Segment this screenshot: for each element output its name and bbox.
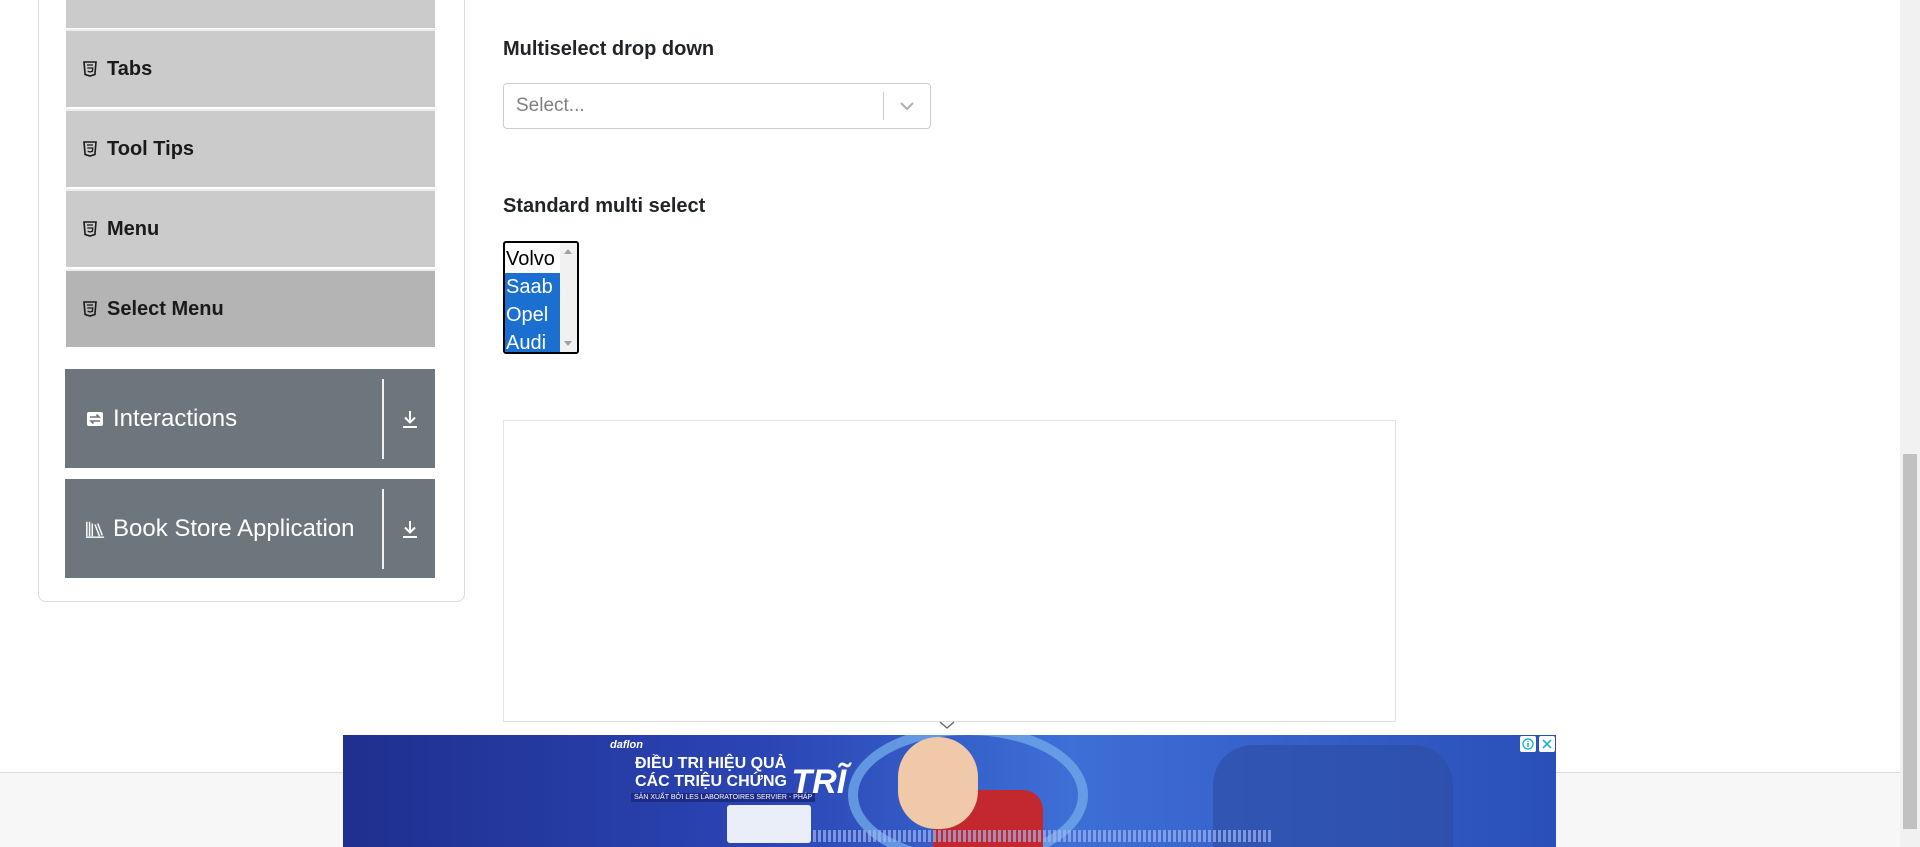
- person-head-graphic: [898, 737, 978, 829]
- sidebar-item-label: Menu: [107, 217, 160, 240]
- select-option-audi[interactable]: Audi: [505, 329, 560, 352]
- select-scrollbar[interactable]: [560, 243, 577, 352]
- ad-subline: SẢN XUẤT BỞI LES LABORATOIRES SERVIER - …: [631, 793, 816, 802]
- select-option-opel[interactable]: Opel: [505, 301, 560, 329]
- download-arrow-icon[interactable]: [384, 518, 435, 540]
- scroll-down-arrow-icon[interactable]: [564, 341, 572, 346]
- books-icon: [85, 521, 105, 538]
- group-header-book-store[interactable]: Book Store Application: [65, 479, 435, 578]
- multiselect-placeholder: Select...: [516, 95, 585, 116]
- sidebar-item-menu[interactable]: Menu: [66, 189, 435, 267]
- group-header-interactions[interactable]: Interactions: [65, 369, 435, 468]
- download-arrow-icon[interactable]: [384, 408, 435, 430]
- scroll-up-arrow-icon[interactable]: [564, 249, 572, 254]
- sidebar-item-partial[interactable]: [66, 0, 435, 28]
- sidebar-item-tabs[interactable]: Tabs: [66, 29, 435, 107]
- html5-icon: [83, 221, 97, 237]
- sidebar-item-select-menu[interactable]: Select Menu: [66, 269, 435, 347]
- banner-ad[interactable]: daflon ĐIỀU TRỊ HIỆU QUẢ CÁC TRIỆU CHỨNG…: [343, 735, 1556, 847]
- group-header-divider: [382, 378, 384, 459]
- standard-multi-select[interactable]: Volvo Saab Opel Audi: [503, 241, 579, 354]
- ad-brand: daflon: [610, 739, 643, 751]
- standard-select-title: Standard multi select: [503, 195, 706, 217]
- group-header-label: Book Store Application: [113, 514, 355, 542]
- sidebar-item-label: Tool Tips: [107, 137, 195, 160]
- select-option-volvo[interactable]: Volvo: [505, 245, 560, 273]
- ad-close-icon[interactable]: [1539, 736, 1555, 752]
- ad-info-icon[interactable]: [1520, 736, 1536, 752]
- sidebar-item-tool-tips[interactable]: Tool Tips: [66, 109, 435, 187]
- html5-icon: [83, 61, 97, 77]
- collapse-caret-icon[interactable]: [938, 719, 956, 731]
- chevron-down-icon[interactable]: [884, 100, 930, 112]
- html5-icon: [83, 141, 97, 157]
- ad-headline: ĐIỀU TRỊ HIỆU QUẢ CÁC TRIỆU CHỨNG TRĨ: [635, 755, 846, 799]
- select-option-saab[interactable]: Saab: [505, 273, 560, 301]
- product-box-graphic: [727, 805, 811, 843]
- page-scrollbar-thumb[interactable]: [1903, 454, 1917, 829]
- ad-headline-line2: CÁC TRIỆU CHỨNG: [635, 773, 787, 791]
- swap-icon: [87, 411, 103, 426]
- sidebar-item-label: Select Menu: [107, 297, 224, 320]
- group-header-divider: [382, 488, 384, 569]
- sidebar-item-label: Tabs: [107, 57, 153, 80]
- multiselect-title: Multiselect drop down: [503, 38, 715, 60]
- group-header-label: Interactions: [113, 404, 238, 432]
- html5-icon: [83, 301, 97, 317]
- ad-fine-print: [813, 830, 1273, 842]
- multiselect-dropdown[interactable]: Select...: [503, 83, 931, 129]
- ad-frame: [503, 420, 1396, 722]
